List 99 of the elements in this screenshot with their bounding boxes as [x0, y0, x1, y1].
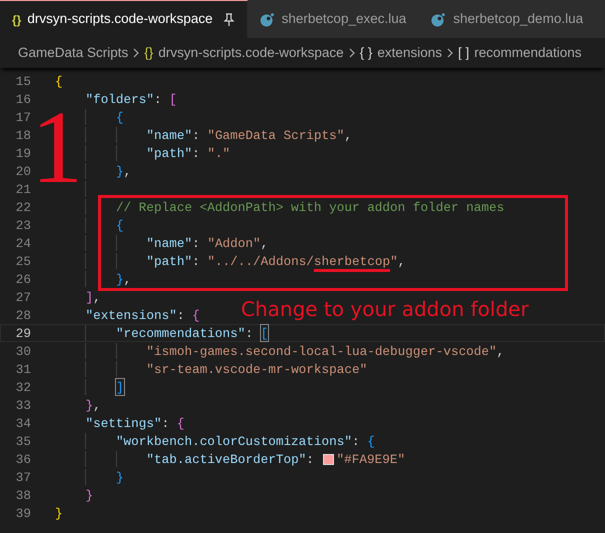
- editor-tab[interactable]: sherbetcop_demo.lua: [419, 0, 605, 38]
- line-number: 24: [14, 235, 31, 251]
- json-key: "extensions": [85, 307, 177, 323]
- breadcrumb-item[interactable]: GameData Scripts: [18, 42, 128, 64]
- bracket: {: [192, 307, 200, 323]
- bracket: ]: [116, 379, 124, 395]
- bracket: {: [367, 433, 375, 449]
- line-number: 28: [14, 307, 31, 323]
- bracket: [: [260, 325, 268, 341]
- line-number: 17: [14, 109, 31, 125]
- json-key: "path": [146, 145, 192, 161]
- array-icon: [ ]: [458, 42, 470, 64]
- punctuation: :: [192, 127, 200, 143]
- braces-icon: {}: [144, 42, 154, 64]
- json-key: "name": [146, 235, 192, 251]
- json-key: "settings": [85, 415, 162, 431]
- bracket: {: [176, 415, 184, 431]
- code-comment: // Replace <AddonPath> with your addon folder names: [116, 199, 504, 215]
- annotation-text: Change to your addon folder: [241, 296, 529, 323]
- line-number: 16: [14, 91, 31, 107]
- line-number: 35: [14, 433, 31, 449]
- chevron-icon: [446, 48, 454, 58]
- punctuation: :: [176, 307, 184, 323]
- punctuation: :: [192, 235, 200, 251]
- pin-icon[interactable]: [222, 12, 235, 26]
- punctuation: :: [154, 91, 162, 107]
- bracket: ]: [85, 289, 94, 305]
- json-key: "workbench.colorCustomizations": [116, 433, 352, 449]
- line-number: 22: [14, 199, 31, 215]
- step-number: 1: [31, 112, 83, 185]
- line-number: 33: [14, 397, 31, 413]
- bracket: {: [116, 109, 124, 125]
- breadcrumb-item[interactable]: recommendations: [474, 42, 582, 64]
- punctuation: :: [245, 325, 253, 341]
- breadcrumb-item[interactable]: drvsyn-scripts.code-workspace: [158, 42, 344, 64]
- line-number: 29: [14, 325, 31, 341]
- punctuation: ,: [398, 253, 406, 269]
- punctuation: :: [352, 433, 360, 449]
- punctuation: :: [192, 253, 200, 269]
- bracket: }: [55, 505, 63, 521]
- bracket: [: [169, 91, 177, 107]
- string-value: "Addon": [207, 235, 261, 251]
- line-number: 25: [14, 253, 31, 269]
- chevron-icon: [348, 48, 356, 58]
- punctuation: ,: [260, 235, 268, 251]
- line-number: 15: [14, 73, 31, 89]
- editor-tab[interactable]: sherbetcop_exec.lua: [248, 0, 420, 38]
- line-number: 18: [14, 127, 31, 143]
- line-number: 23: [14, 217, 31, 233]
- bracket: }: [116, 469, 124, 485]
- line-number: 19: [14, 145, 31, 161]
- bracket: }: [85, 487, 94, 503]
- line-number: 21: [14, 181, 31, 197]
- json-file-icon: {}: [12, 10, 22, 28]
- line-number: 38: [14, 487, 31, 503]
- string-value: ".": [207, 145, 230, 161]
- line-number: 31: [14, 361, 31, 377]
- bracket: }: [85, 397, 94, 413]
- string-value: "../../Addons/: [207, 253, 314, 269]
- line-number: 20: [14, 163, 31, 179]
- punctuation: ,: [93, 397, 101, 413]
- line-number: 27: [14, 289, 31, 305]
- chevron-icon: [132, 48, 140, 58]
- editor-tab[interactable]: {} drvsyn-scripts.code-workspace: [0, 0, 248, 38]
- punctuation: ,: [344, 127, 352, 143]
- punctuation: ,: [496, 343, 504, 359]
- line-number: 37: [14, 469, 31, 485]
- punctuation: ,: [93, 289, 101, 305]
- json-key: "recommendations": [116, 325, 246, 341]
- line-number: 36: [14, 451, 31, 467]
- punctuation: :: [162, 415, 170, 431]
- line-number: 34: [14, 415, 31, 431]
- punctuation: ,: [124, 271, 132, 287]
- line-number: 32: [14, 379, 31, 395]
- line-number: 26: [14, 271, 31, 287]
- json-key: "name": [146, 127, 192, 143]
- string-value: "ismoh-games.second-local-lua-debugger-vscode": [146, 343, 497, 359]
- string-value: "sr-team.vscode-mr-workspace": [146, 361, 368, 377]
- line-number: 30: [14, 343, 31, 359]
- string-value: "#FA9E9E": [336, 451, 406, 467]
- punctuation: :: [306, 451, 314, 467]
- bracket: }: [116, 271, 124, 287]
- braces-icon: { }: [360, 42, 372, 64]
- punctuation: :: [192, 145, 200, 161]
- json-key: "tab.activeBorderTop": [146, 451, 306, 467]
- moon-icon: [431, 12, 446, 26]
- json-key: "path": [146, 253, 192, 269]
- bracket: {: [116, 217, 124, 233]
- json-key: "folders": [85, 91, 154, 107]
- line-number: 39: [14, 505, 31, 521]
- breadcrumb-item[interactable]: extensions: [377, 42, 442, 64]
- string-value: "GameData Scripts": [207, 127, 344, 143]
- string-value: ": [390, 253, 398, 269]
- punctuation: ,: [124, 163, 132, 179]
- bracket: }: [116, 163, 124, 179]
- moon-icon: [260, 12, 274, 26]
- string-value: sherbetcop: [314, 253, 390, 269]
- color-swatch[interactable]: [322, 454, 334, 465]
- bracket: {: [55, 73, 63, 89]
